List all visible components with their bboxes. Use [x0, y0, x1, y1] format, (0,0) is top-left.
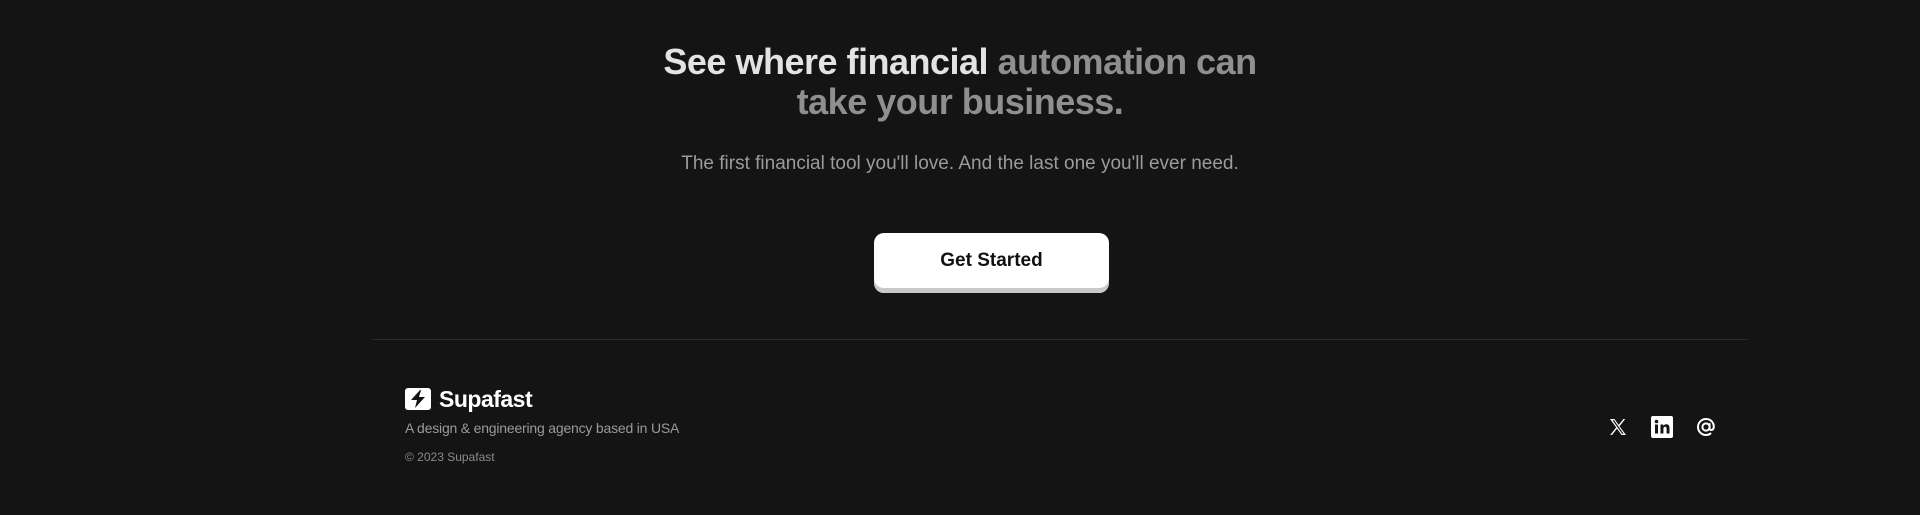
linkedin-icon[interactable]	[1650, 415, 1674, 439]
lightning-bolt-logo-icon	[405, 388, 431, 410]
social-links	[1606, 415, 1718, 439]
footer-copyright: © 2023 Supafast	[405, 450, 495, 464]
x-twitter-icon[interactable]	[1606, 415, 1630, 439]
hero-headline: See where financial automation can take …	[0, 42, 1920, 122]
headline-bright-part: See where financial	[663, 41, 989, 82]
brand-name: Supafast	[439, 385, 533, 412]
footer-divider	[372, 339, 1748, 340]
footer-tagline: A design & engineering agency based in U…	[405, 420, 680, 436]
footer-brand[interactable]: Supafast	[405, 385, 533, 412]
headline-dim-part: automation can	[997, 41, 1258, 82]
headline-dim-part-2: take your business.	[796, 81, 1124, 122]
get-started-button[interactable]: Get Started	[874, 233, 1109, 293]
hero-subtitle: The first financial tool you'll love. An…	[681, 153, 1239, 174]
at-email-icon[interactable]	[1694, 415, 1718, 439]
